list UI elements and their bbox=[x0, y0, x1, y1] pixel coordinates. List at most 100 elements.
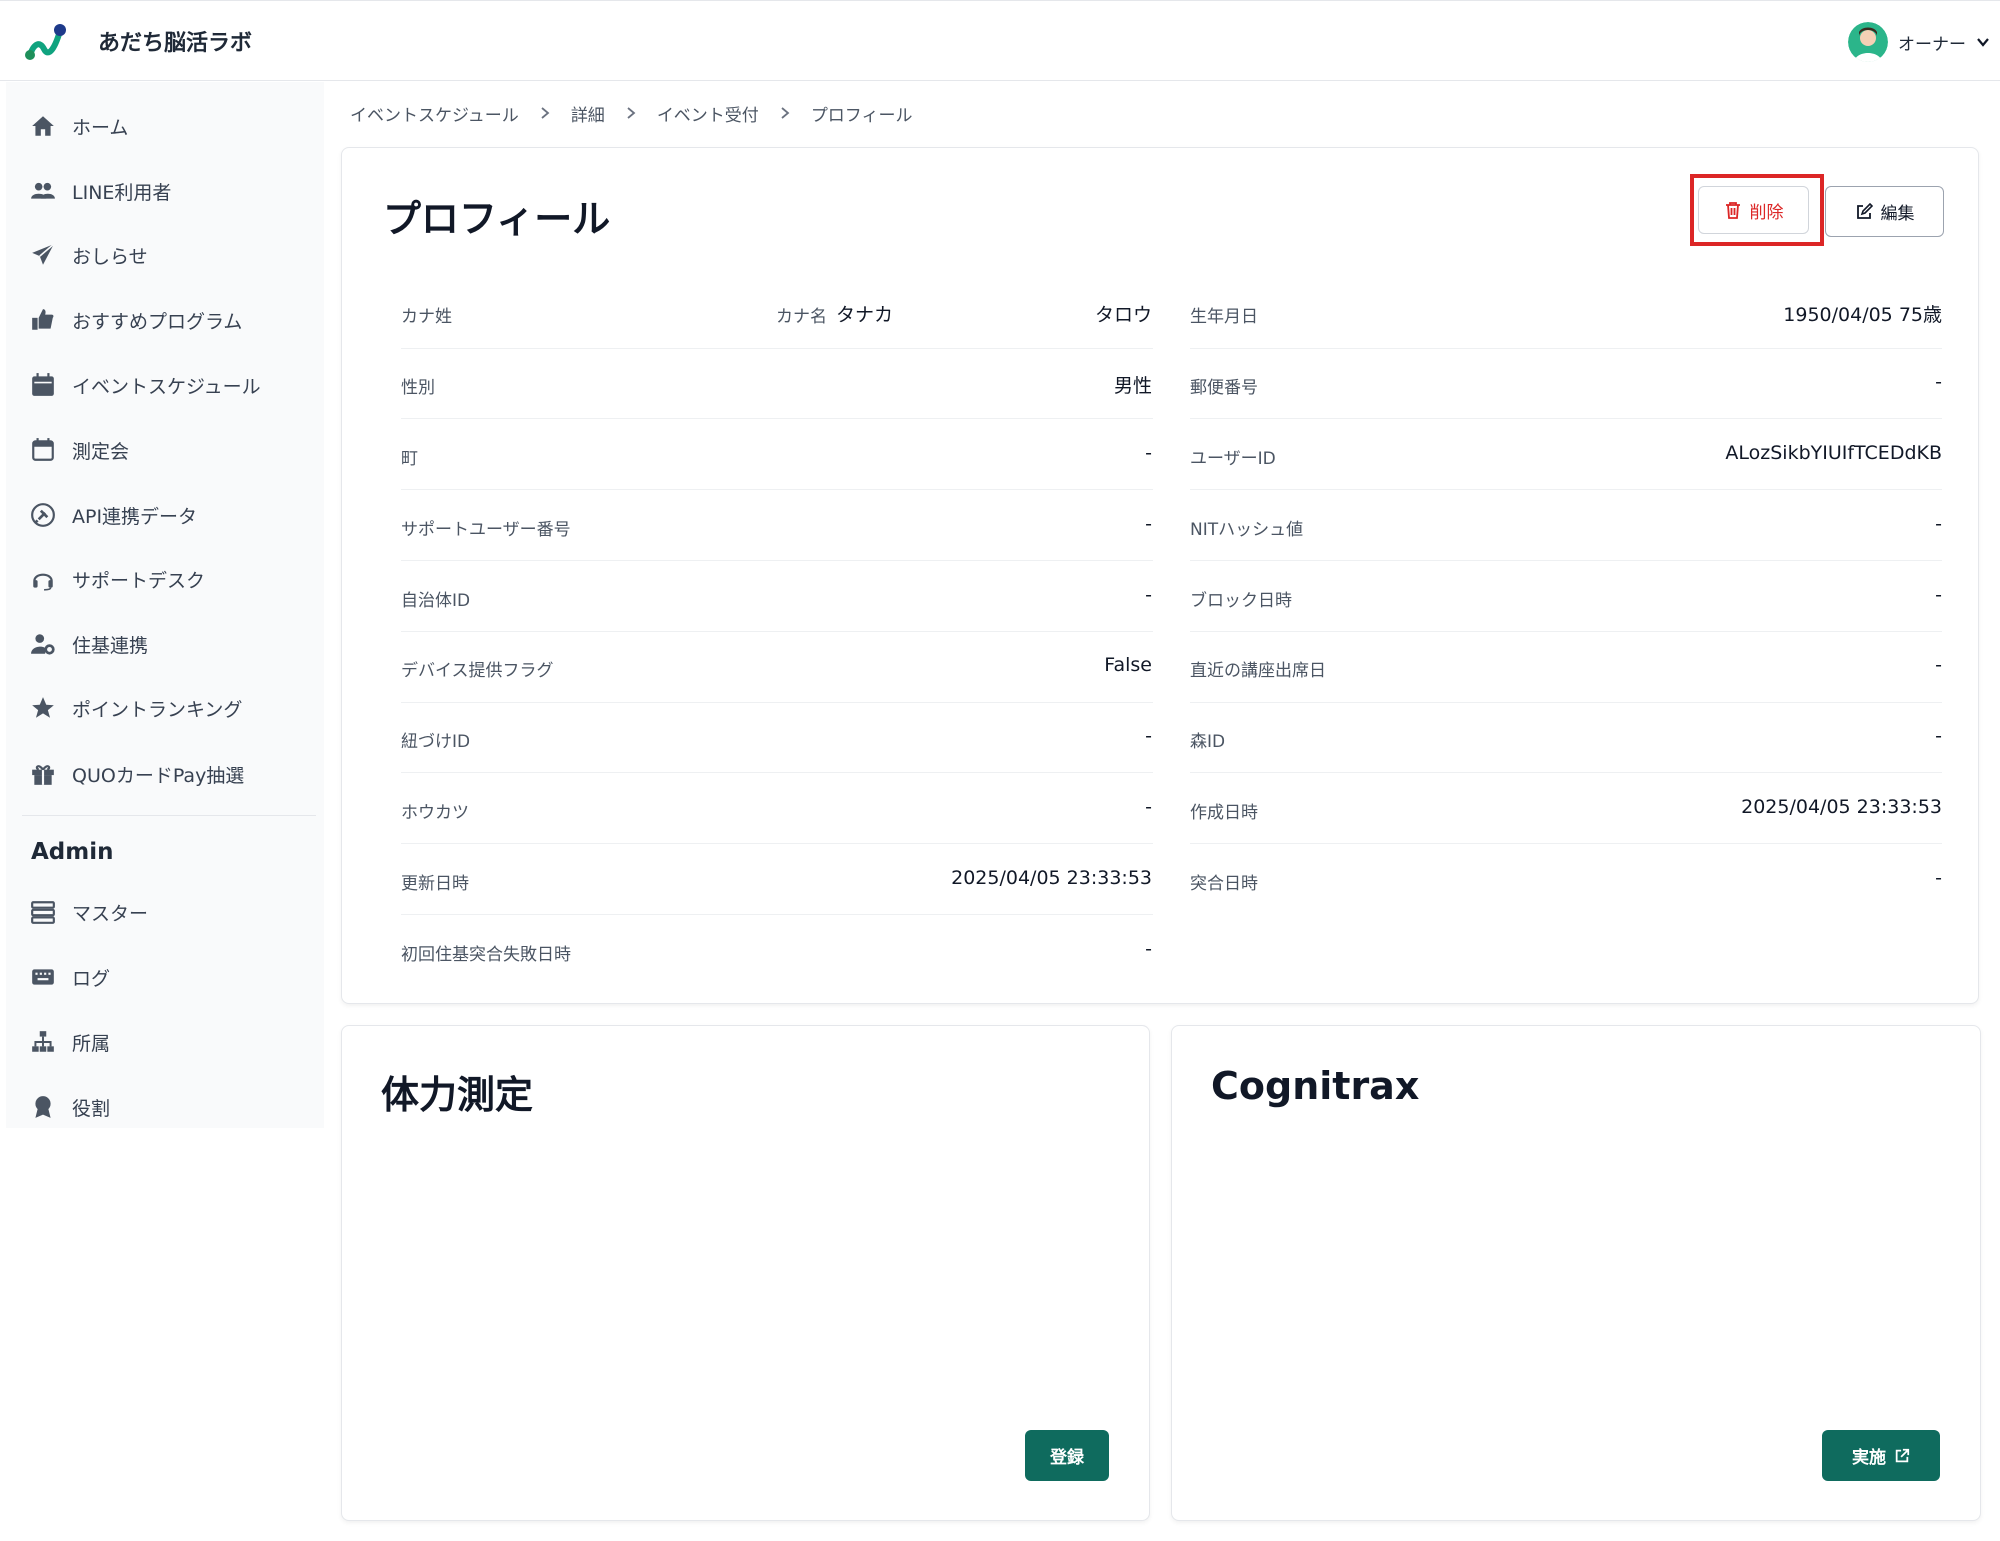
calendar-filled-icon bbox=[30, 372, 56, 398]
breadcrumb-item-detail[interactable]: 詳細 bbox=[571, 101, 605, 126]
field-value-link-id: - bbox=[1145, 725, 1152, 747]
sidebar-item-log[interactable]: ログ bbox=[30, 957, 110, 997]
sidebar-item-measurement[interactable]: 測定会 bbox=[30, 430, 129, 470]
row-divider bbox=[401, 772, 1153, 773]
register-button[interactable]: 登録 bbox=[1025, 1430, 1109, 1481]
field-value-mori-id: - bbox=[1935, 725, 1942, 747]
user-menu[interactable]: オーナー bbox=[1848, 21, 1990, 63]
sidebar-item-label: ホーム bbox=[72, 116, 129, 139]
gift-icon bbox=[30, 761, 56, 787]
sidebar-item-programs[interactable]: おすすめプログラム bbox=[30, 300, 242, 340]
trash-icon bbox=[1725, 202, 1740, 219]
sidebar-item-label: LINE利用者 bbox=[72, 181, 172, 204]
sidebar-item-role[interactable]: 役割 bbox=[30, 1087, 110, 1127]
edit-button[interactable]: 編集 bbox=[1825, 186, 1944, 237]
delete-button[interactable]: 削除 bbox=[1698, 186, 1809, 234]
field-value-created-at: 2025/04/05 23:33:53 bbox=[1741, 796, 1942, 818]
row-divider bbox=[401, 702, 1153, 703]
breadcrumb: イベントスケジュール 詳細 イベント受付 プロフィール bbox=[350, 100, 912, 126]
breadcrumb-item-event-schedule[interactable]: イベントスケジュール bbox=[350, 101, 519, 126]
field-value-nit-hash: - bbox=[1935, 513, 1942, 535]
row-divider bbox=[1190, 772, 1942, 773]
delete-button-label: 削除 bbox=[1749, 202, 1784, 223]
register-button-label: 登録 bbox=[1050, 1448, 1084, 1468]
chevron-right-icon bbox=[627, 107, 636, 119]
sitemap-icon bbox=[30, 1029, 56, 1055]
sidebar-item-quo-lottery[interactable]: QUOカードPay抽選 bbox=[30, 754, 244, 794]
sidebar-item-support-desk[interactable]: サポートデスク bbox=[30, 559, 205, 599]
field-value-last-attendance: - bbox=[1935, 654, 1942, 676]
row-divider bbox=[401, 418, 1153, 419]
chevron-right-icon bbox=[541, 107, 550, 119]
sidebar-item-point-ranking[interactable]: ポイントランキング bbox=[30, 688, 242, 728]
fitness-card-title: 体力測定 bbox=[381, 1073, 534, 1117]
field-label-matched-at: 突合日時 bbox=[1190, 874, 1258, 894]
field-label-last-attendance: 直近の講座出席日 bbox=[1190, 661, 1326, 681]
sidebar-item-api-data[interactable]: API連携データ bbox=[30, 495, 197, 535]
field-value-first-match-failed-at: - bbox=[1145, 938, 1152, 960]
field-label-kana-mei: カナ名 bbox=[776, 307, 827, 327]
app-logo-icon[interactable] bbox=[24, 21, 68, 63]
row-divider bbox=[1190, 631, 1942, 632]
breadcrumb-item-event-reception[interactable]: イベント受付 bbox=[657, 101, 759, 126]
field-value-matched-at: - bbox=[1935, 867, 1942, 889]
sidebar-item-label: ポイントランキング bbox=[72, 698, 243, 721]
edit-icon bbox=[1856, 202, 1873, 219]
field-label-houkatsu: ホウカツ bbox=[401, 803, 469, 823]
row-divider bbox=[401, 348, 1153, 349]
field-label-user-id: ユーザーID bbox=[1190, 449, 1276, 469]
field-label-device-flag: デバイス提供フラグ bbox=[401, 661, 554, 681]
field-label-first-match-failed-at: 初回住基突合失敗日時 bbox=[401, 945, 571, 965]
cognitrax-card: Cognitrax 実施 bbox=[1171, 1025, 1981, 1521]
field-value-device-flag: False bbox=[1104, 654, 1152, 676]
sidebar-item-notices[interactable]: おしらせ bbox=[30, 235, 148, 275]
field-value-updated-at: 2025/04/05 23:33:53 bbox=[951, 867, 1152, 889]
calendar-outline-icon bbox=[30, 437, 56, 463]
field-label-mori-id: 森ID bbox=[1190, 732, 1226, 752]
sidebar-item-label: API連携データ bbox=[72, 505, 198, 528]
headset-icon bbox=[30, 566, 56, 592]
sidebar-item-master[interactable]: マスター bbox=[30, 892, 148, 932]
field-value-birthdate: 1950/04/05 75歳 bbox=[1783, 304, 1942, 326]
users-icon bbox=[30, 178, 56, 204]
sidebar-item-affiliation[interactable]: 所属 bbox=[30, 1022, 110, 1062]
sidebar-divider bbox=[22, 815, 316, 816]
field-label-support-user-number: サポートユーザー番号 bbox=[401, 520, 571, 540]
user-name: オーナー bbox=[1898, 34, 1966, 55]
sidebar-item-line-users[interactable]: LINE利用者 bbox=[30, 171, 171, 211]
sidebar-item-resident-link[interactable]: 住基連携 bbox=[30, 624, 148, 664]
field-label-postal-code: 郵便番号 bbox=[1190, 378, 1258, 398]
award-icon bbox=[30, 1094, 56, 1120]
field-label-nit-hash: NITハッシュ値 bbox=[1190, 520, 1304, 540]
field-label-gender: 性別 bbox=[401, 378, 435, 398]
field-value-town: - bbox=[1145, 442, 1152, 464]
row-divider bbox=[1190, 702, 1942, 703]
field-label-updated-at: 更新日時 bbox=[401, 874, 469, 894]
breadcrumb-item-profile: プロフィール bbox=[810, 105, 913, 126]
user-gear-icon bbox=[30, 631, 56, 657]
field-value-gender: 男性 bbox=[1113, 375, 1152, 397]
sidebar-item-label: 役割 bbox=[72, 1097, 111, 1120]
app-title: あだち脳活ラボ bbox=[98, 31, 253, 56]
row-divider bbox=[401, 631, 1153, 632]
field-value-postal-code: - bbox=[1935, 371, 1942, 393]
sidebar-item-event-schedule[interactable]: イベントスケジュール bbox=[30, 365, 261, 405]
field-label-municipality-id: 自治体ID bbox=[401, 591, 471, 611]
sidebar-item-label: QUOカードPay抽選 bbox=[72, 764, 245, 787]
sidebar-item-home[interactable]: ホーム bbox=[30, 106, 128, 146]
sidebar: ホーム LINE利用者 おしらせ おすすめプログラム イベントスケジュール 測定… bbox=[6, 82, 324, 1128]
sidebar-item-label: おしらせ bbox=[72, 245, 148, 268]
field-value-municipality-id: - bbox=[1145, 584, 1152, 606]
row-divider bbox=[401, 914, 1153, 915]
chevron-right-icon bbox=[781, 107, 790, 119]
admin-section-title: Admin bbox=[31, 839, 114, 865]
row-divider bbox=[1190, 560, 1942, 561]
sidebar-item-label: イベントスケジュール bbox=[72, 375, 261, 398]
cognitrax-card-title: Cognitrax bbox=[1211, 1064, 1420, 1108]
home-icon bbox=[30, 113, 56, 139]
field-value-kana-sei: タナカ bbox=[835, 304, 893, 326]
field-label-kana-sei: カナ姓 bbox=[401, 307, 452, 327]
field-label-town: 町 bbox=[401, 449, 418, 469]
field-value-blocked-at: - bbox=[1935, 584, 1942, 606]
run-test-button[interactable]: 実施 bbox=[1822, 1430, 1940, 1481]
